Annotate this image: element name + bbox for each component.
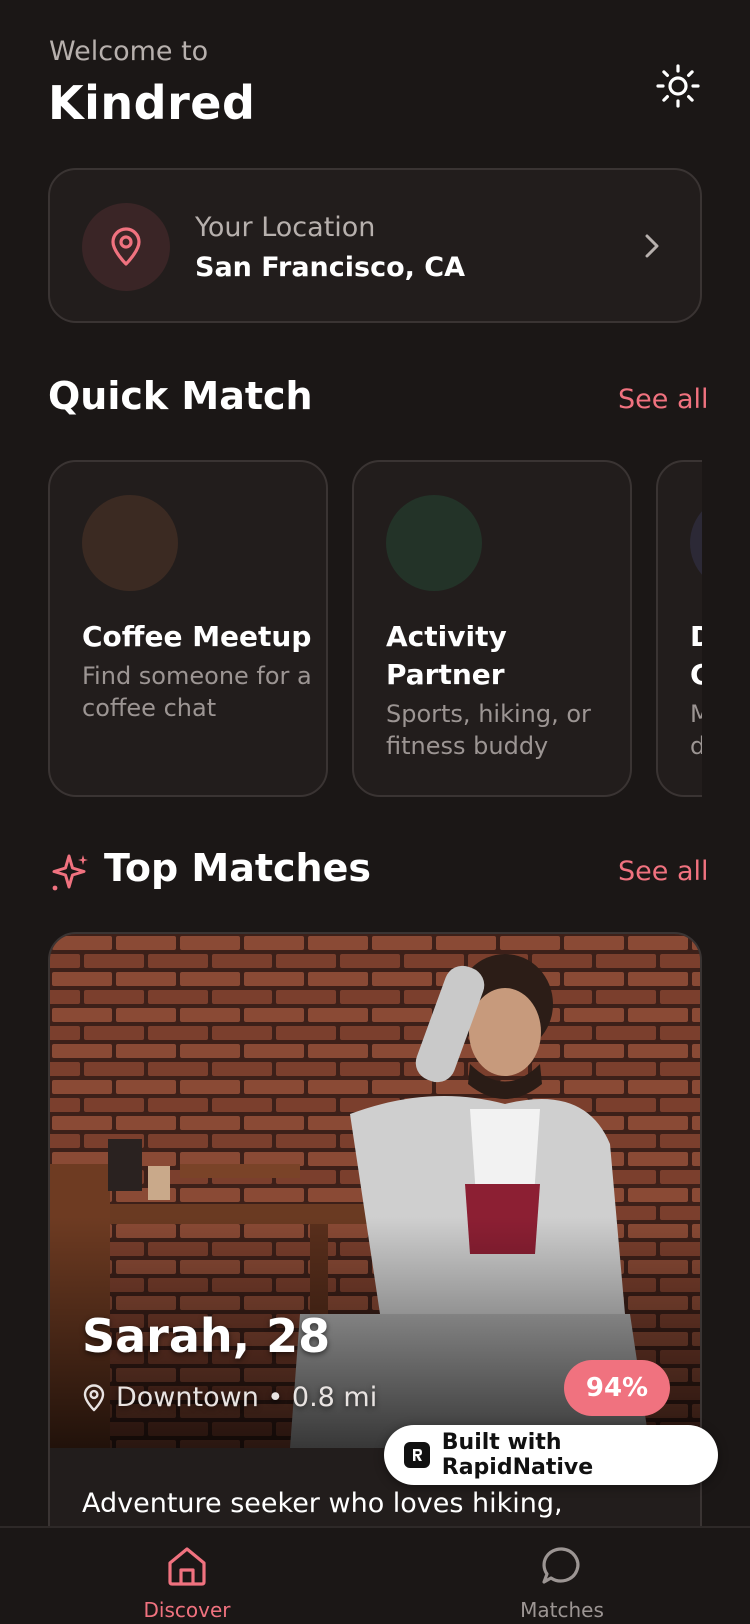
built-with-badge[interactable]: Built with RapidNative bbox=[384, 1425, 718, 1485]
profile-photo: Sarah, 28 Downtown • 0.8 mi 94% bbox=[50, 934, 700, 1448]
sparkle-icon bbox=[52, 854, 88, 891]
nav-item-discover[interactable]: Discover bbox=[87, 1528, 287, 1624]
quick-match-card-coffee[interactable]: Coffee Meetup Find someone for a coffee … bbox=[48, 460, 328, 797]
match-location-row: Downtown • 0.8 mi bbox=[82, 1382, 377, 1413]
top-match-card[interactable]: Sarah, 28 Downtown • 0.8 mi 94% Adventur… bbox=[48, 932, 702, 1624]
sun-icon bbox=[656, 64, 700, 108]
chevron-right-icon bbox=[638, 228, 666, 264]
bottom-nav: Discover Matches bbox=[0, 1526, 750, 1624]
welcome-text: Welcome to bbox=[49, 36, 209, 67]
location-card[interactable]: Your Location San Francisco, CA bbox=[48, 168, 702, 323]
app-title: Kindred bbox=[48, 76, 256, 130]
home-icon bbox=[168, 1547, 206, 1586]
top-matches-see-all-link[interactable]: See all bbox=[618, 856, 709, 887]
partial-icon-circle bbox=[690, 495, 702, 591]
quick-match-card-desc: Sports, hiking, or fitness buddy bbox=[386, 700, 591, 760]
match-percent-badge: 94% bbox=[564, 1360, 670, 1416]
quick-match-card-title: Activity Partner bbox=[386, 620, 507, 691]
built-with-label: Built with RapidNative bbox=[441, 1430, 594, 1480]
quick-match-see-all-link[interactable]: See all bbox=[618, 384, 709, 415]
match-location-text: Downtown • 0.8 mi bbox=[116, 1382, 378, 1413]
quick-match-title: Quick Match bbox=[48, 374, 313, 418]
quick-match-card-title: D C bbox=[690, 618, 702, 694]
chat-bubble-icon bbox=[542, 1547, 580, 1584]
coffee-icon-circle bbox=[82, 495, 178, 591]
match-bio: Adventure seeker who loves hiking, bbox=[82, 1488, 563, 1519]
nav-label: Discover bbox=[143, 1598, 231, 1622]
map-pin-icon bbox=[83, 1383, 105, 1411]
nav-item-matches[interactable]: Matches bbox=[462, 1528, 662, 1624]
quick-match-card-desc: Find someone for a coffee chat bbox=[82, 662, 312, 722]
app-screen: Welcome to Kindred Your Location San Fra… bbox=[0, 0, 750, 1624]
map-pin-icon bbox=[111, 227, 141, 266]
location-value: San Francisco, CA bbox=[195, 252, 466, 283]
top-matches-title: Top Matches bbox=[104, 846, 372, 890]
quick-match-card-partial[interactable]: D C M d bbox=[656, 460, 702, 797]
match-name: Sarah, 28 bbox=[82, 1309, 331, 1363]
activity-icon-circle bbox=[386, 495, 482, 591]
quick-match-card-title: Coffee Meetup bbox=[82, 620, 312, 653]
location-icon-circle bbox=[82, 203, 170, 291]
quick-match-card-desc: M d bbox=[690, 698, 702, 762]
rapidnative-logo-icon bbox=[404, 1442, 430, 1468]
location-label: Your Location bbox=[195, 212, 376, 243]
quick-match-carousel[interactable]: Coffee Meetup Find someone for a coffee … bbox=[48, 460, 702, 797]
theme-toggle-button[interactable] bbox=[652, 60, 704, 112]
quick-match-card-activity[interactable]: Activity Partner Sports, hiking, or fitn… bbox=[352, 460, 632, 797]
nav-label: Matches bbox=[520, 1598, 604, 1622]
